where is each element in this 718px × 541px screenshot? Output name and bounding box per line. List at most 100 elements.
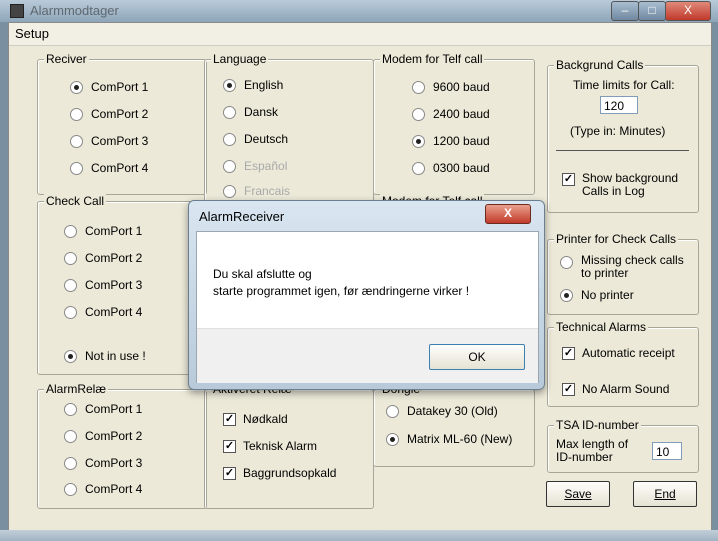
modem-1200[interactable]: 1200 baud — [412, 134, 490, 148]
relay-comport-1[interactable]: ComPort 1 — [64, 402, 142, 416]
menu-setup[interactable]: Setup — [15, 26, 49, 41]
receiver-comport-1[interactable]: ComPort 1 — [70, 80, 148, 94]
check-call-group: Check Call ComPort 1 ComPort 2 ComPort 3… — [37, 194, 207, 375]
radio-icon — [223, 184, 236, 198]
modem-2400[interactable]: 2400 baud — [412, 107, 490, 121]
printer-group: Printer for Check Calls Missing check ca… — [547, 232, 699, 315]
radio-selected-icon — [412, 134, 425, 148]
checkcall-comport-3[interactable]: ComPort 3 — [64, 278, 142, 292]
radio-selected-icon — [560, 288, 573, 302]
radio-icon — [64, 456, 77, 470]
technical-alarms-group: Technical Alarms ✓ Automatic receipt ✓ No … — [547, 320, 699, 407]
time-limit-hint: (Type in: Minutes) — [570, 124, 666, 138]
radio-selected-icon — [386, 432, 399, 446]
receiver-comport-4[interactable]: ComPort 4 — [70, 161, 148, 175]
language-group: Language English Dansk Deutsch Español F… — [204, 52, 374, 215]
modem-group: Modem for Telf call 9600 baud 2400 baud … — [373, 52, 535, 195]
tsa-id-legend: TSA ID-number — [554, 418, 641, 432]
menu-bar: Setup — [9, 23, 711, 46]
background-calls-legend: Backgrund Calls — [554, 58, 646, 72]
printer-legend: Printer for Check Calls — [554, 232, 679, 246]
radio-icon — [223, 105, 236, 119]
radio-icon — [412, 107, 425, 121]
baggrundsopkald-checkbox[interactable]: ✓ Baggrundsopkald — [223, 466, 336, 480]
radio-icon — [64, 402, 77, 416]
checkbox-checked-icon: ✓ — [223, 413, 236, 426]
radio-icon — [70, 134, 83, 148]
dialog-body: Du skal afslutte og starte programmet ig… — [196, 231, 539, 383]
checkbox-checked-icon: ✓ — [562, 173, 575, 186]
end-button[interactable]: End — [633, 481, 697, 507]
activated-relay-group: Aktiveret Relæ ✓Nødkald ✓Teknisk Alarm ✓… — [204, 382, 374, 509]
radio-icon — [70, 161, 83, 175]
automatic-receipt-checkbox[interactable]: ✓ Automatic receipt — [562, 346, 675, 360]
main-title-bar: Alarmmodtager – □ X — [0, 0, 718, 22]
radio-icon — [64, 251, 77, 265]
minimize-button[interactable]: – — [611, 1, 639, 21]
printer-missing-calls[interactable]: Missing check calls to printer — [560, 254, 684, 280]
technical-alarms-legend: Technical Alarms — [554, 320, 649, 334]
language-legend: Language — [211, 52, 269, 66]
modem-0300[interactable]: 0300 baud — [412, 161, 490, 175]
no-alarm-sound-checkbox[interactable]: ✓ No Alarm Sound — [562, 382, 669, 396]
radio-icon — [223, 132, 236, 146]
radio-selected-icon — [223, 78, 236, 92]
modem-9600[interactable]: 9600 baud — [412, 80, 490, 94]
save-button[interactable]: Save — [546, 481, 610, 507]
radio-icon — [386, 404, 399, 418]
time-limit-label: Time limits for Call: — [573, 78, 675, 92]
language-deutsch[interactable]: Deutsch — [223, 132, 288, 146]
language-espanol: Español — [223, 159, 287, 173]
background-calls-group: Backgrund Calls Time limits for Call: 12… — [547, 58, 699, 213]
radio-selected-icon — [64, 349, 77, 363]
radio-icon — [64, 305, 77, 319]
language-francais: Francais — [223, 184, 290, 198]
radio-icon — [412, 161, 425, 175]
show-background-log-checkbox[interactable]: ✓ Show background Calls in Log — [562, 172, 678, 198]
tsa-max-length-input[interactable]: 10 — [652, 442, 682, 460]
tsa-max-length-label: Max length of ID-number — [556, 437, 629, 464]
radio-icon — [70, 107, 83, 121]
time-limit-input[interactable]: 120 — [600, 96, 638, 114]
relay-comport-3[interactable]: ComPort 3 — [64, 456, 142, 470]
teknisk-alarm-checkbox[interactable]: ✓ Teknisk Alarm — [223, 439, 317, 453]
maximize-button[interactable]: □ — [638, 1, 666, 21]
tsa-id-group: TSA ID-number Max length of ID-number 10 — [547, 418, 699, 473]
dongle-matrix-ml60[interactable]: Matrix ML-60 (New) — [386, 432, 512, 446]
language-dansk[interactable]: Dansk — [223, 105, 278, 119]
checkbox-checked-icon: ✓ — [223, 440, 236, 453]
radio-icon — [412, 80, 425, 94]
dongle-group: Dongle Datakey 30 (Old) Matrix ML-60 (Ne… — [373, 382, 535, 467]
dialog-footer: OK — [197, 328, 538, 383]
language-english[interactable]: English — [223, 78, 283, 92]
relay-comport-4[interactable]: ComPort 4 — [64, 482, 142, 496]
dialog-title: AlarmReceiver — [199, 209, 285, 224]
radio-icon — [223, 159, 236, 173]
checkcall-comport-1[interactable]: ComPort 1 — [64, 224, 142, 238]
background-strip — [0, 530, 718, 541]
checkcall-comport-4[interactable]: ComPort 4 — [64, 305, 142, 319]
alarm-receiver-dialog: AlarmReceiver X Du skal afslutte og star… — [188, 200, 545, 390]
dialog-close-button[interactable]: X — [485, 204, 531, 224]
relay-comport-2[interactable]: ComPort 2 — [64, 429, 142, 443]
radio-icon — [64, 429, 77, 443]
receiver-group: Reciver ComPort 1 ComPort 2 ComPort 3 Co… — [37, 52, 207, 195]
radio-selected-icon — [70, 80, 83, 94]
window-title: Alarmmodtager — [30, 3, 119, 18]
radio-icon — [64, 224, 77, 238]
radio-icon — [64, 278, 77, 292]
nodkald-checkbox[interactable]: ✓ Nødkald — [223, 412, 288, 426]
printer-none[interactable]: No printer — [560, 288, 634, 302]
receiver-legend: Reciver — [44, 52, 89, 66]
modem-legend: Modem for Telf call — [380, 52, 485, 66]
receiver-comport-2[interactable]: ComPort 2 — [70, 107, 148, 121]
ok-button[interactable]: OK — [429, 344, 525, 370]
close-button[interactable]: X — [665, 1, 711, 21]
checkcall-comport-2[interactable]: ComPort 2 — [64, 251, 142, 265]
alarm-relay-group: AlarmRelæ ComPort 1 ComPort 2 ComPort 3 … — [37, 382, 207, 509]
dongle-datakey-30[interactable]: Datakey 30 (Old) — [386, 404, 498, 418]
checkcall-not-in-use[interactable]: Not in use ! — [64, 349, 146, 363]
checkbox-checked-icon: ✓ — [562, 383, 575, 396]
receiver-comport-3[interactable]: ComPort 3 — [70, 134, 148, 148]
checkbox-checked-icon: ✓ — [223, 467, 236, 480]
